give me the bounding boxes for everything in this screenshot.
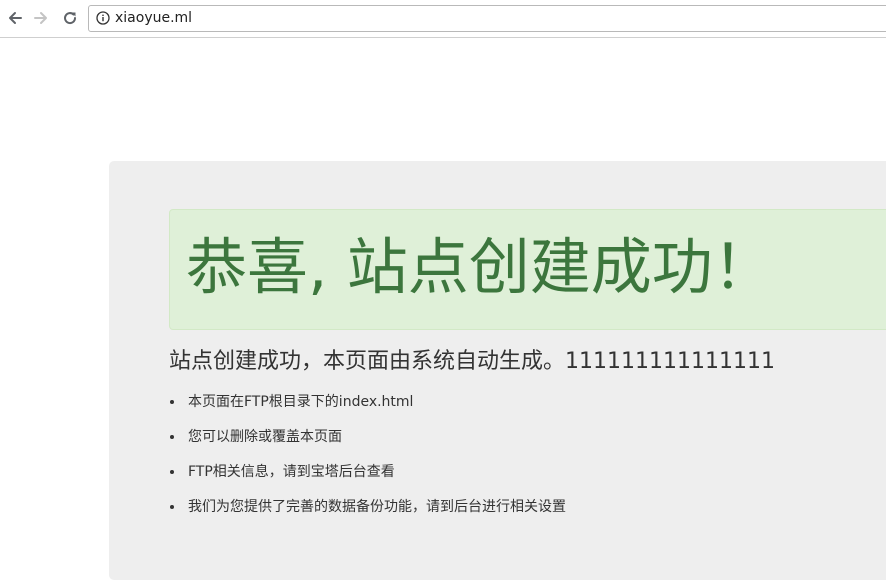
url-text[interactable]: xiaoyue.ml bbox=[115, 10, 192, 27]
reload-button[interactable] bbox=[61, 9, 79, 27]
arrow-left-icon bbox=[9, 12, 22, 24]
browser-toolbar: xiaoyue.ml bbox=[0, 0, 886, 38]
content-panel: 恭喜, 站点创建成功！ 站点创建成功，本页面由系统自动生成。1111111111… bbox=[109, 161, 886, 580]
bullet-icon bbox=[170, 505, 174, 509]
sub-heading: 站点创建成功，本页面由系统自动生成。111111111111111 bbox=[169, 349, 775, 374]
list-item-text: 本页面在FTP根目录下的index.html bbox=[188, 394, 414, 410]
list-item: 我们为您提供了完善的数据备份功能，请到后台进行相关设置 bbox=[169, 495, 566, 530]
bullet-icon bbox=[170, 470, 174, 474]
info-circle-icon[interactable] bbox=[96, 11, 110, 25]
info-list: 本页面在FTP根目录下的index.html 您可以删除或覆盖本页面 FTP相关… bbox=[169, 390, 566, 530]
bullet-icon bbox=[170, 435, 174, 439]
alert-heading: 恭喜, 站点创建成功！ bbox=[186, 232, 774, 303]
list-item: 本页面在FTP根目录下的index.html bbox=[169, 390, 566, 425]
list-item-text: 我们为您提供了完善的数据备份功能，请到后台进行相关设置 bbox=[188, 499, 566, 515]
list-item-text: 您可以删除或覆盖本页面 bbox=[188, 429, 342, 445]
list-item: 您可以删除或覆盖本页面 bbox=[169, 425, 566, 460]
address-bar[interactable]: xiaoyue.ml bbox=[88, 5, 886, 32]
arrow-right-icon bbox=[34, 12, 47, 24]
list-item-text: FTP相关信息，请到宝塔后台查看 bbox=[188, 464, 395, 480]
forward-button[interactable] bbox=[32, 9, 50, 27]
list-item: FTP相关信息，请到宝塔后台查看 bbox=[169, 460, 566, 495]
reload-icon bbox=[64, 12, 77, 25]
back-button[interactable] bbox=[6, 9, 24, 27]
bullet-icon bbox=[170, 400, 174, 404]
success-alert: 恭喜, 站点创建成功！ bbox=[169, 209, 886, 330]
